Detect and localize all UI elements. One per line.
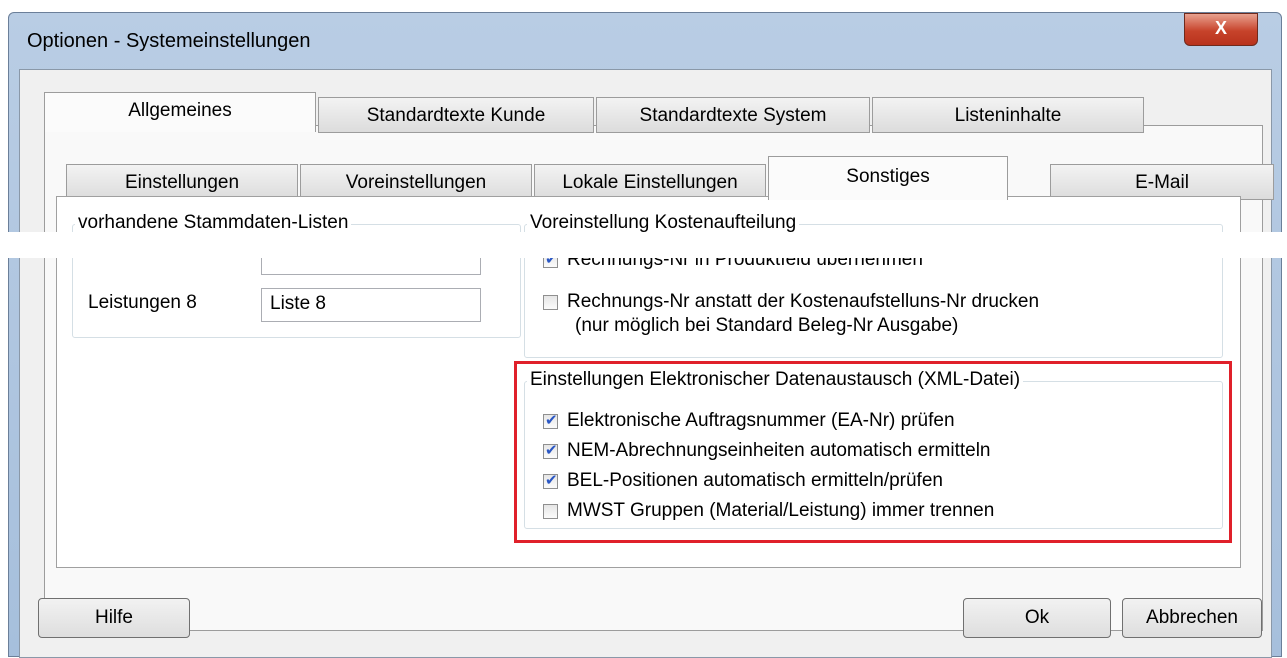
screenshot-cut-band [0,232,1287,258]
help-button[interactable]: Hilfe [38,598,190,638]
rechnungs-nr-drucken-checkbox[interactable] [543,295,558,310]
stammdaten-group-label: vorhandene Stammdaten-Listen [75,212,352,234]
leistungen-list-input[interactable]: Liste 8 [261,288,481,322]
tab-email[interactable]: E-Mail [1050,164,1274,200]
rechnungs-nr-drucken-hint: (nur möglich bei Standard Beleg-Nr Ausga… [575,315,959,336]
highlight-box [514,361,1232,543]
tab-listeninhalte[interactable]: Listeninhalte [872,97,1144,133]
tab-allgemeines[interactable]: Allgemeines [44,92,316,132]
tab-voreinstellungen[interactable]: Voreinstellungen [300,164,532,200]
title-bar: Optionen - Systemeinstellungen X [9,13,1281,69]
window-title: Optionen - Systemeinstellungen [27,30,311,52]
dialog-client: Allgemeines Standardtexte Kunde Standard… [19,69,1274,658]
tab-sonstiges[interactable]: Sonstiges [768,156,1008,200]
leistungen-label: Leistungen 8 [88,292,197,313]
kosten-group-label: Voreinstellung Kostenaufteilung [527,212,800,234]
tab-standardtexte-system[interactable]: Standardtexte System [596,97,870,133]
ok-button[interactable]: Ok [963,598,1111,638]
rechnungs-nr-drucken-label: Rechnungs-Nr anstatt der Kostenaufstellu… [567,291,1040,312]
tab-einstellungen[interactable]: Einstellungen [66,164,298,200]
tab-lokale-einstellungen[interactable]: Lokale Einstellungen [534,164,766,200]
tab-standardtexte-kunde[interactable]: Standardtexte Kunde [318,97,594,133]
cancel-button[interactable]: Abbrechen [1122,598,1262,638]
options-window: Optionen - Systemeinstellungen X Allgeme… [8,12,1282,658]
close-button[interactable]: X [1184,13,1258,46]
